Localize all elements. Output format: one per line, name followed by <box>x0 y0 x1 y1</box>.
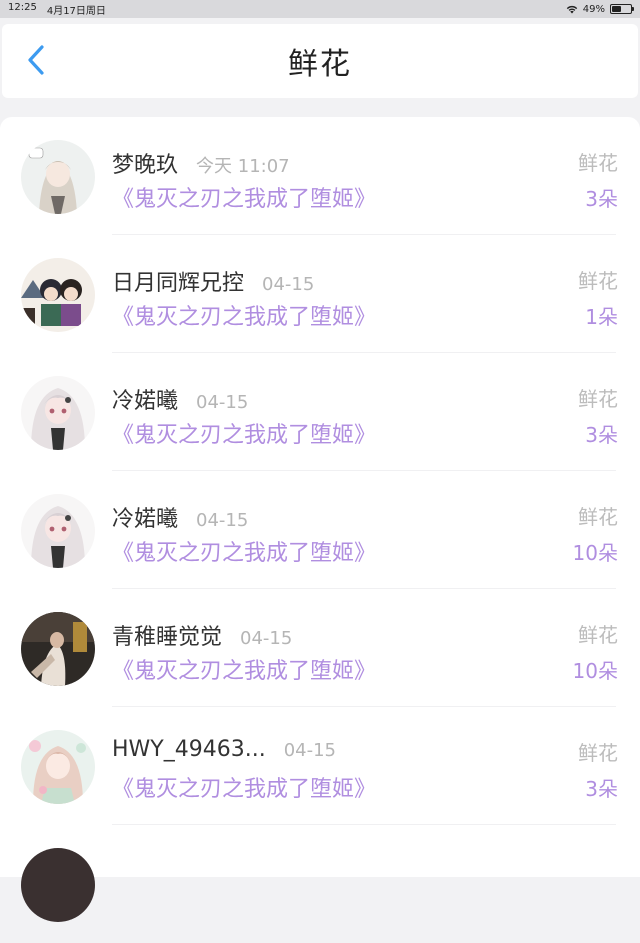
avatar[interactable] <box>21 848 95 922</box>
book-title-link[interactable]: 《鬼灭之刃之我成了堕姬》 <box>112 653 376 685</box>
status-bar: 12:25 4月17日周日 49% <box>0 0 640 18</box>
name-line: 梦晚玖 今天 11:07 <box>112 147 290 179</box>
gift-type: 鲜花 <box>578 387 618 411</box>
user-name[interactable]: 青稚睡觉觉 <box>112 619 222 651</box>
name-line: HWY_49463... 04-15 <box>112 737 336 762</box>
list-item[interactable]: 冷婼曦 04-15 《鬼灭之刃之我成了堕姬》 鲜花 3朵 <box>0 353 640 471</box>
avatar[interactable] <box>21 376 95 450</box>
user-name[interactable]: HWY_49463... <box>112 737 266 762</box>
gift-type: 鲜花 <box>578 505 618 529</box>
status-date: 4月17日周日 <box>46 5 106 17</box>
wifi-icon <box>566 5 577 13</box>
list-item[interactable]: 梦晚玖 今天 11:07 《鬼灭之刃之我成了堕姬》 鲜花 3朵 <box>0 117 640 235</box>
gift-count: 3朵 <box>585 777 618 801</box>
book-title-link[interactable]: 《鬼灭之刃之我成了堕姬》 <box>112 181 376 213</box>
book-title-link[interactable]: 《鬼灭之刃之我成了堕姬》 <box>112 299 376 331</box>
timestamp: 04-15 <box>283 740 337 761</box>
gift-count: 1朵 <box>585 305 618 329</box>
navigation-bar: 鲜花 <box>2 24 638 98</box>
avatar[interactable] <box>21 494 95 568</box>
gift-count: 10朵 <box>572 541 618 565</box>
timestamp: 04-15 <box>196 392 249 413</box>
list-item[interactable]: 冷婼曦 04-15 《鬼灭之刃之我成了堕姬》 鲜花 10朵 <box>0 471 640 589</box>
avatar[interactable] <box>21 612 95 686</box>
avatar[interactable] <box>21 730 95 804</box>
user-name[interactable]: 冷婼曦 <box>112 501 178 533</box>
list-item[interactable] <box>0 825 640 943</box>
name-line: 冷婼曦 04-15 <box>112 383 248 415</box>
battery-percent: 49% <box>582 3 605 15</box>
gift-type: 鲜花 <box>578 623 618 647</box>
battery-icon <box>610 4 634 14</box>
user-name[interactable]: 冷婼曦 <box>112 383 178 415</box>
list-item[interactable]: 日月同辉兄控 04-15 《鬼灭之刃之我成了堕姬》 鲜花 1朵 <box>0 235 640 353</box>
user-name[interactable]: 梦晚玖 <box>112 147 178 179</box>
user-name[interactable]: 日月同辉兄控 <box>112 265 244 297</box>
gift-count: 10朵 <box>572 659 618 683</box>
timestamp: 04-15 <box>262 274 315 295</box>
status-time: 12:25 <box>8 1 37 13</box>
list-item[interactable]: HWY_49463... 04-15 《鬼灭之刃之我成了堕姬》 鲜花 3朵 <box>0 707 640 825</box>
name-line: 青稚睡觉觉 04-15 <box>112 619 292 651</box>
book-title-link[interactable]: 《鬼灭之刃之我成了堕姬》 <box>112 417 376 449</box>
book-title-link[interactable]: 《鬼灭之刃之我成了堕姬》 <box>112 771 376 803</box>
name-line: 冷婼曦 04-15 <box>112 501 248 533</box>
book-title-link[interactable]: 《鬼灭之刃之我成了堕姬》 <box>112 535 376 567</box>
avatar[interactable] <box>21 140 95 214</box>
page-title: 鲜花 <box>288 47 352 82</box>
chevron-left-icon <box>28 45 44 75</box>
gift-type: 鲜花 <box>578 151 618 175</box>
gift-count: 3朵 <box>585 423 618 447</box>
timestamp: 04-15 <box>196 510 249 531</box>
gift-record-list: 梦晚玖 今天 11:07 《鬼灭之刃之我成了堕姬》 鲜花 3朵 日月同辉兄控 0… <box>0 117 640 922</box>
gift-type: 鲜花 <box>578 269 618 293</box>
timestamp: 今天 11:07 <box>196 156 290 177</box>
gift-type: 鲜花 <box>578 741 618 765</box>
name-line: 日月同辉兄控 04-15 <box>112 265 314 297</box>
list-item[interactable]: 青稚睡觉觉 04-15 《鬼灭之刃之我成了堕姬》 鲜花 10朵 <box>0 589 640 707</box>
gift-count: 3朵 <box>585 187 618 211</box>
timestamp: 04-15 <box>240 628 293 649</box>
back-button[interactable] <box>16 40 56 80</box>
avatar[interactable] <box>21 258 95 332</box>
